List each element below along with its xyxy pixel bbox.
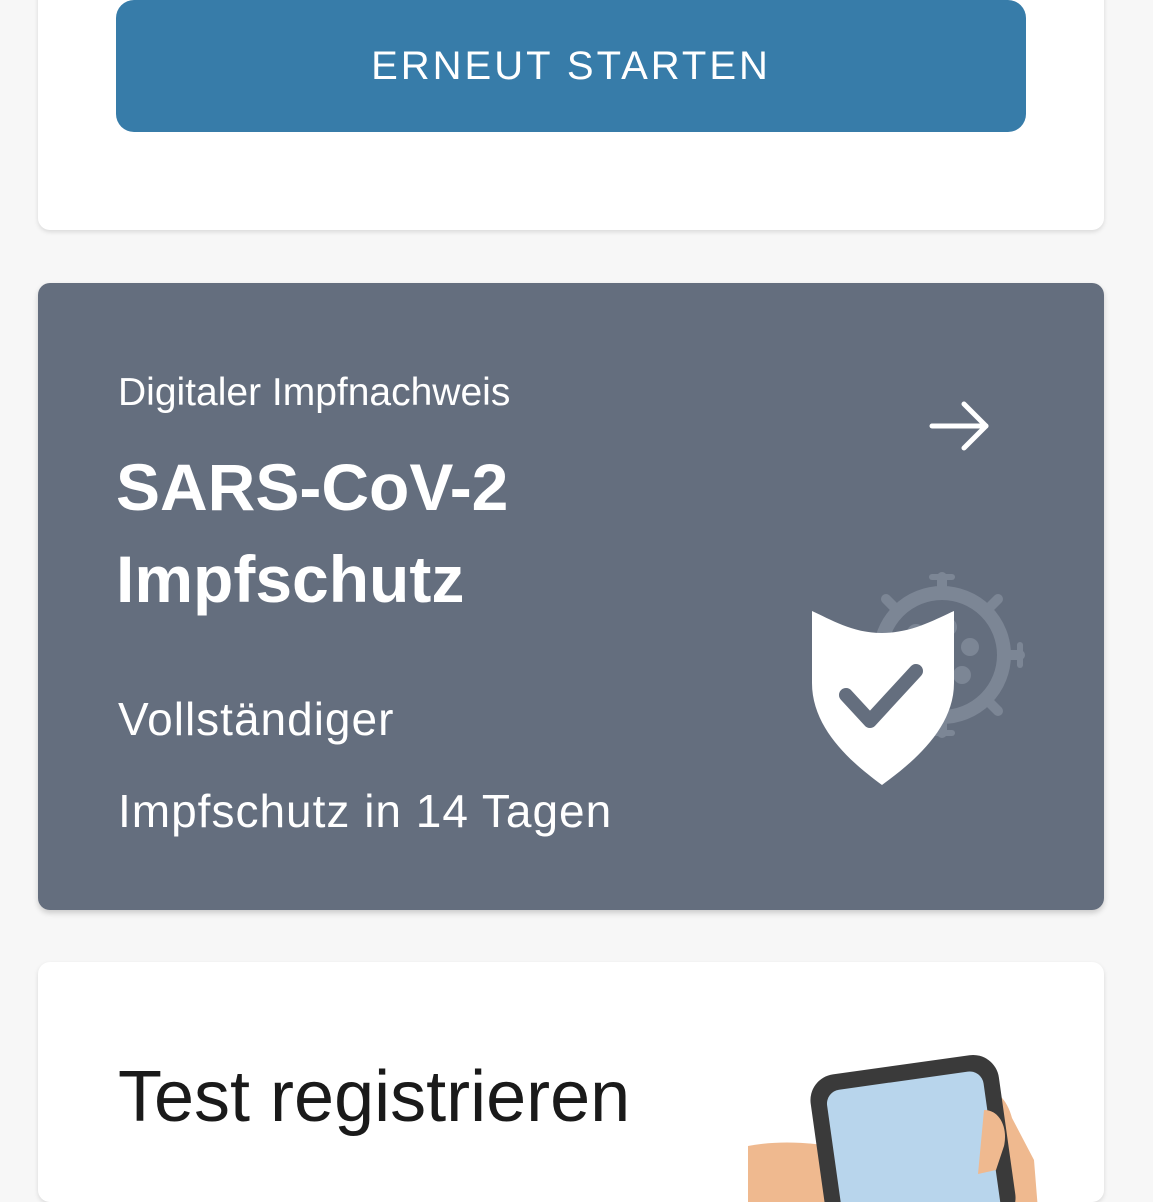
vaccination-status-text: Vollständiger Impfschutz in 14 Tagen — [118, 673, 612, 857]
vaccination-certificate-card[interactable]: Digitaler Impfnachweis SARS-CoV-2 Impfsc… — [38, 283, 1104, 910]
vaccination-card-title-line2: Impfschutz — [116, 542, 465, 616]
shield-virus-illustration — [812, 572, 1025, 785]
vaccination-card-title-line1: SARS-CoV-2 — [116, 450, 509, 524]
register-test-title: Test registrieren — [118, 1057, 631, 1137]
arrow-right-icon[interactable] — [926, 397, 994, 455]
vaccination-status-line1: Vollständiger — [118, 693, 395, 745]
vaccination-card-kicker: Digitaler Impfnachweis — [118, 371, 511, 414]
vaccination-card-title: SARS-CoV-2 Impfschutz — [116, 441, 736, 625]
restart-button[interactable]: ERNEUT STARTEN — [116, 0, 1026, 132]
phone-in-hand-illustration — [748, 1054, 1038, 1202]
restart-card: ERNEUT STARTEN — [38, 0, 1104, 230]
register-test-card[interactable]: Test registrieren — [38, 962, 1104, 1202]
shield-check-icon — [812, 611, 954, 785]
vaccination-status-line2: Impfschutz in 14 Tagen — [118, 785, 613, 837]
